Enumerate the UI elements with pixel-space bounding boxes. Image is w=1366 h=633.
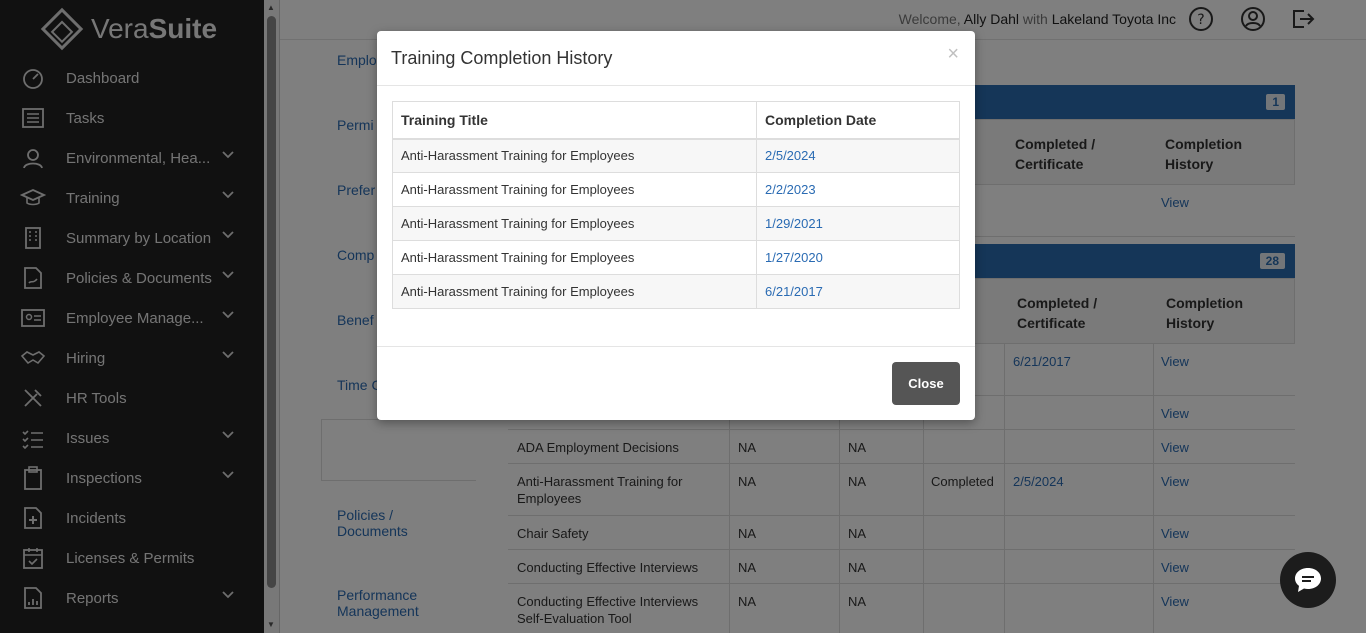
training-title-cell: Anti-Harassment Training for Employees	[392, 274, 757, 309]
table-row: Anti-Harassment Training for Employees 6/…	[392, 274, 960, 309]
completion-date-link[interactable]: 1/27/2020	[756, 240, 960, 275]
table-row: Anti-Harassment Training for Employees 1/…	[392, 240, 960, 275]
completion-date-link[interactable]: 6/21/2017	[756, 274, 960, 309]
table-header-row: Training Title Completion Date	[392, 101, 960, 140]
completion-date-link[interactable]: 2/2/2023	[756, 172, 960, 207]
completion-history-body: Anti-Harassment Training for Employees 2/…	[392, 138, 960, 309]
modal-footer-divider	[377, 346, 975, 347]
col-completion-date: Completion Date	[756, 101, 960, 140]
training-history-modal: Training Completion History × Training T…	[377, 31, 975, 420]
training-title-cell: Anti-Harassment Training for Employees	[392, 240, 757, 275]
training-title-cell: Anti-Harassment Training for Employees	[392, 206, 757, 241]
training-title-cell: Anti-Harassment Training for Employees	[392, 138, 757, 173]
completion-date-link[interactable]: 2/5/2024	[756, 138, 960, 173]
close-button[interactable]: Close	[892, 362, 960, 405]
table-row: Anti-Harassment Training for Employees 2/…	[392, 172, 960, 207]
chat-bubble-icon	[1295, 568, 1321, 592]
completion-history-table: Training Title Completion Date Anti-Hara…	[392, 101, 960, 309]
training-title-cell: Anti-Harassment Training for Employees	[392, 172, 757, 207]
col-training-title: Training Title	[392, 101, 757, 140]
modal-title: Training Completion History	[391, 48, 613, 68]
modal-header-divider	[377, 85, 975, 86]
chat-button[interactable]	[1280, 552, 1336, 608]
modal-close-icon[interactable]: ×	[947, 43, 959, 66]
completion-date-link[interactable]: 1/29/2021	[756, 206, 960, 241]
table-row: Anti-Harassment Training for Employees 2/…	[392, 138, 960, 173]
table-row: Anti-Harassment Training for Employees 1/…	[392, 206, 960, 241]
